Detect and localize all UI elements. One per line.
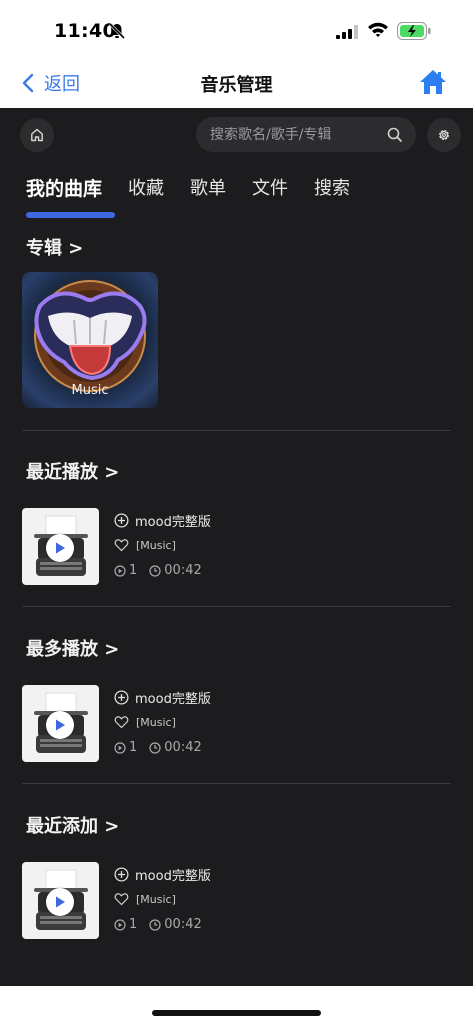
home-indicator[interactable]: [152, 1010, 321, 1016]
play-count-icon: [114, 564, 126, 577]
recent-added-section-title[interactable]: 最近添加 >: [26, 812, 119, 838]
status-time: 11:40: [54, 20, 116, 42]
gear-icon: [439, 130, 449, 140]
search-input[interactable]: [210, 126, 370, 143]
tab-my-library[interactable]: 我的曲库: [26, 174, 115, 218]
play-count-icon: [114, 741, 126, 754]
song-item[interactable]: mood完整版 [Music] 1 00:42: [22, 508, 451, 586]
status-bar: 11:40: [0, 0, 473, 58]
tab-label: 歌单: [190, 178, 227, 199]
play-icon: [56, 719, 65, 731]
song-duration: 00:42: [164, 917, 202, 932]
bell-off-icon: [108, 22, 126, 44]
song-title: mood完整版: [135, 869, 211, 884]
battery-charging-icon: [397, 22, 431, 44]
play-count: 1: [129, 563, 138, 578]
page-title: 音乐管理: [200, 75, 273, 96]
section-divider: [22, 430, 451, 431]
song-artist: [Music]: [136, 715, 176, 729]
tab-label: 文件: [252, 178, 289, 199]
library-tabs: 我的曲库 收藏 歌单 文件 搜索: [26, 174, 376, 224]
recent-played-section-title[interactable]: 最近播放 >: [26, 458, 119, 484]
section-divider: [22, 606, 451, 607]
play-count: 1: [129, 917, 138, 932]
heart-icon[interactable]: [114, 892, 129, 906]
nav-bar: 返回 音乐管理: [0, 58, 473, 108]
play-icon: [56, 896, 65, 908]
cellular-signal-icon: [336, 24, 358, 43]
tab-label: 搜索: [314, 178, 351, 199]
add-circle-icon[interactable]: [114, 690, 129, 705]
play-count: 1: [129, 740, 138, 755]
library-home-button[interactable]: [20, 118, 54, 152]
play-button[interactable]: [46, 534, 74, 562]
heart-icon[interactable]: [114, 538, 129, 552]
play-button[interactable]: [46, 888, 74, 916]
song-artist: [Music]: [136, 538, 176, 552]
wifi-icon: [367, 21, 389, 42]
tab-label: 我的曲库: [26, 178, 103, 200]
song-title: mood完整版: [135, 692, 211, 707]
bottom-safe-area: [0, 986, 473, 1024]
song-thumbnail: [22, 862, 99, 939]
song-thumbnail: [22, 508, 99, 585]
song-duration: 00:42: [164, 740, 202, 755]
tab-search[interactable]: 搜索: [314, 174, 350, 214]
toolbar: [0, 108, 473, 158]
active-tab-indicator: [26, 212, 115, 218]
home-icon: [420, 70, 446, 94]
albums-section-title[interactable]: 专辑 >: [26, 234, 83, 260]
add-circle-icon[interactable]: [114, 867, 129, 882]
settings-button[interactable]: [427, 118, 461, 152]
heart-icon[interactable]: [114, 715, 129, 729]
album-name: Music: [71, 383, 109, 398]
album-card[interactable]: Music: [22, 272, 158, 408]
music-library-content: 我的曲库 收藏 歌单 文件 搜索 专辑 > Music 最: [0, 108, 473, 986]
home-button[interactable]: [418, 67, 448, 101]
song-thumbnail: [22, 685, 99, 762]
play-icon: [56, 542, 65, 554]
house-icon: [31, 128, 43, 142]
song-item[interactable]: mood完整版 [Music] 1 00:42: [22, 685, 451, 763]
tab-label: 收藏: [128, 178, 165, 199]
song-item[interactable]: mood完整版 [Music] 1 00:42: [22, 862, 451, 940]
song-artist: [Music]: [136, 892, 176, 906]
tab-files[interactable]: 文件: [252, 174, 288, 214]
add-circle-icon[interactable]: [114, 513, 129, 528]
song-duration: 00:42: [164, 563, 202, 578]
clock-icon: [149, 918, 161, 931]
search-icon[interactable]: [387, 127, 402, 146]
play-count-icon: [114, 918, 126, 931]
clock-icon: [149, 564, 161, 577]
most-played-section-title[interactable]: 最多播放 >: [26, 635, 119, 661]
play-button[interactable]: [46, 711, 74, 739]
section-divider: [22, 783, 451, 784]
tab-playlists[interactable]: 歌单: [190, 174, 226, 214]
tab-favorites[interactable]: 收藏: [128, 174, 164, 214]
clock-icon: [149, 741, 161, 754]
song-title: mood完整版: [135, 515, 211, 530]
search-bar[interactable]: [196, 117, 416, 152]
